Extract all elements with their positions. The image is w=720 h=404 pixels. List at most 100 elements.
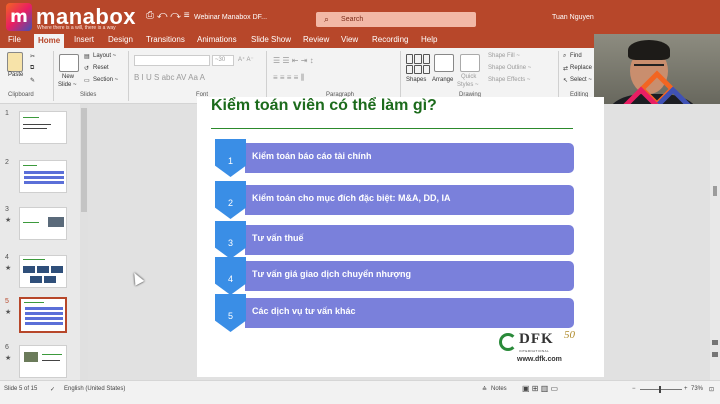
tab-help[interactable]: Help bbox=[421, 35, 437, 44]
quick-styles-icon[interactable] bbox=[460, 54, 480, 72]
tab-file[interactable]: File bbox=[8, 35, 21, 44]
chevron-number-label: 4 bbox=[227, 274, 233, 284]
tab-design[interactable]: Design bbox=[108, 35, 133, 44]
slide-thumbnail-1[interactable] bbox=[19, 111, 67, 144]
chevron-number: 4 bbox=[215, 257, 246, 295]
list-item-bar[interactable]: Tư vấn giá giao dịch chuyển nhượng bbox=[245, 261, 574, 291]
manabox-logo-text: manabox bbox=[35, 4, 136, 29]
list-item-bar[interactable]: Kiểm toán báo cáo tài chính bbox=[245, 143, 574, 173]
animation-star-icon: ★ bbox=[5, 355, 12, 362]
list-item-bar[interactable]: Kiểm toán cho mục đích đặc biệt: M&A, DD… bbox=[245, 185, 574, 215]
zoom-out-icon[interactable]: − bbox=[632, 386, 636, 392]
slide-thumbnail-2[interactable] bbox=[19, 160, 67, 193]
paste-button[interactable]: Paste bbox=[8, 72, 23, 78]
shapes-button[interactable]: Shapes bbox=[406, 77, 426, 83]
tab-view[interactable]: View bbox=[341, 35, 358, 44]
arrange-button[interactable]: Arrange bbox=[432, 77, 453, 83]
thumbnail-scrollbar[interactable] bbox=[80, 104, 88, 380]
section-button[interactable]: Section ~ bbox=[93, 77, 118, 83]
thumbnail-number: 2 bbox=[5, 159, 9, 166]
tab-slide-show[interactable]: Slide Show bbox=[251, 35, 291, 44]
zoom-level[interactable]: 73% bbox=[691, 386, 703, 392]
thumbnail-line bbox=[23, 117, 39, 118]
slide-title[interactable]: Kiểm toán viên có thể làm gì? bbox=[211, 97, 437, 115]
tab-transitions[interactable]: Transitions bbox=[146, 35, 185, 44]
slide-thumbnail-3[interactable] bbox=[19, 207, 67, 240]
thumbnail-number: 3 bbox=[5, 206, 9, 213]
tab-home[interactable]: Home bbox=[34, 34, 65, 48]
tab-insert[interactable]: Insert bbox=[74, 35, 94, 44]
zoom-slider[interactable] bbox=[640, 389, 682, 390]
thumbnail-bar bbox=[24, 176, 64, 179]
select-icon: ↖ bbox=[563, 78, 569, 84]
search-input[interactable]: ⌕ Search bbox=[316, 12, 476, 27]
slides-group-label: Slides bbox=[80, 92, 97, 98]
thumbnail-box bbox=[51, 266, 63, 273]
arrange-icon[interactable] bbox=[434, 54, 454, 72]
chevron-number: 2 bbox=[215, 181, 246, 219]
spell-check-icon[interactable]: ✓ bbox=[50, 386, 55, 393]
zoom-slider-thumb[interactable] bbox=[659, 386, 661, 393]
view-buttons[interactable]: ▣ ⊞ ▥ ▭ bbox=[522, 384, 558, 393]
grow-font-icon[interactable]: A⁺ A⁻ bbox=[238, 56, 254, 63]
list-item-text: Tư vấn giá giao dịch chuyển nhượng bbox=[252, 269, 411, 279]
shape-fill-button[interactable]: Shape Fill ~ bbox=[488, 53, 520, 59]
manabox-logo-badge: m bbox=[6, 3, 32, 31]
reset-icon: ↺ bbox=[84, 66, 90, 72]
shape-outline-button[interactable]: Shape Outline ~ bbox=[488, 65, 531, 71]
format-painter-icon[interactable]: ✎ bbox=[30, 77, 35, 84]
dfk-anniversary: 50 bbox=[564, 329, 575, 341]
tab-animations[interactable]: Animations bbox=[197, 35, 237, 44]
copy-icon[interactable]: ⧉ bbox=[30, 65, 34, 72]
select-button[interactable]: Select ~ bbox=[570, 77, 592, 83]
next-slide-icon[interactable] bbox=[712, 352, 718, 357]
thumbnail-line bbox=[42, 354, 62, 355]
fit-to-window-icon[interactable]: ⊡ bbox=[709, 386, 714, 393]
paste-icon[interactable] bbox=[7, 52, 23, 72]
thumbnail-box bbox=[30, 276, 42, 283]
dfk-url: www.dfk.com bbox=[517, 356, 562, 363]
scrollbar-thumb[interactable] bbox=[713, 186, 717, 196]
slide-thumbnail-4[interactable] bbox=[19, 255, 67, 288]
cut-icon[interactable]: ✂ bbox=[30, 53, 35, 60]
tab-recording[interactable]: Recording bbox=[372, 35, 408, 44]
slide-thumbnail-5[interactable] bbox=[19, 297, 67, 333]
align-icons[interactable]: ≡ ≡ ≡ ≡ ⫼ bbox=[273, 73, 304, 83]
notes-icon[interactable]: ≙ bbox=[482, 386, 487, 393]
slide-thumbnail-6[interactable] bbox=[19, 345, 67, 378]
layout-button[interactable]: Layout ~ bbox=[93, 53, 116, 59]
quick-styles-label[interactable]: Quick bbox=[461, 74, 476, 80]
user-name[interactable]: Tuan Nguyen bbox=[552, 14, 594, 21]
font-name-field[interactable] bbox=[134, 55, 210, 66]
find-button[interactable]: Find bbox=[570, 53, 582, 59]
ribbon-tabs: File Home Insert Design Transitions Anim… bbox=[0, 34, 600, 48]
list-item-bar[interactable]: Các dịch vụ tư vấn khác bbox=[245, 298, 574, 328]
shapes-gallery-icon[interactable] bbox=[406, 54, 430, 74]
new-slide-icon[interactable] bbox=[59, 54, 79, 72]
scrollbar-thumb[interactable] bbox=[81, 108, 87, 212]
notes-button[interactable]: Notes bbox=[491, 386, 507, 392]
zoom-in-icon[interactable]: + bbox=[684, 386, 688, 392]
thumbnail-number: 6 bbox=[5, 344, 9, 351]
slide-thumbnail-pane: 1 2 3 ★ 4 ★ 5 ★ 6 ★ bbox=[0, 104, 88, 380]
list-icons[interactable]: ☰ ☰ ⇤ ⇥ ↕ bbox=[273, 56, 314, 65]
language-status[interactable]: English (United States) bbox=[64, 386, 125, 392]
animation-star-icon: ★ bbox=[5, 265, 12, 272]
list-item-bar[interactable]: Tư vấn thuế bbox=[245, 225, 574, 255]
font-size-field[interactable]: ~30 bbox=[212, 55, 234, 66]
chevron-number-label: 5 bbox=[227, 311, 233, 321]
new-slide-button[interactable]: New bbox=[62, 74, 74, 80]
reset-button[interactable]: Reset bbox=[93, 65, 109, 71]
new-slide-dropdown[interactable]: Slide ~ bbox=[58, 82, 77, 88]
status-bar: Slide 5 of 15 ✓ English (United States) … bbox=[0, 380, 720, 404]
shape-effects-button[interactable]: Shape Effects ~ bbox=[488, 77, 530, 83]
thumbnail-number: 5 bbox=[5, 298, 9, 305]
font-format-icons[interactable]: B I U S abc AV Aa A bbox=[134, 73, 205, 82]
quick-styles-dropdown[interactable]: Styles ~ bbox=[457, 82, 479, 88]
tab-review[interactable]: Review bbox=[303, 35, 329, 44]
previous-slide-icon[interactable] bbox=[712, 340, 718, 345]
quick-access-toolbar[interactable]: ⎙ ↶ ↷ ≡ bbox=[146, 10, 190, 21]
current-slide[interactable]: Kiểm toán viên có thể làm gì? Kiểm toán … bbox=[197, 97, 604, 377]
thumbnail-line bbox=[24, 302, 44, 303]
slide-scrollbar[interactable] bbox=[710, 140, 720, 380]
